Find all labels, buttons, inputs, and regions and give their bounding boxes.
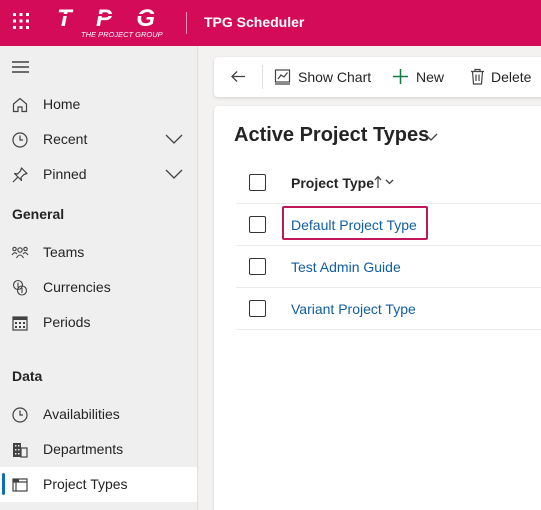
sidebar-item-label: Pinned	[43, 166, 87, 182]
plus-icon	[393, 69, 408, 84]
clock-icon	[12, 132, 28, 148]
header-divider	[186, 12, 187, 34]
clock-icon	[12, 407, 28, 423]
sidebar-item-availabilities[interactable]: Availabilities	[0, 397, 197, 432]
app-launcher-icon[interactable]	[13, 13, 29, 29]
command-separator	[262, 65, 263, 89]
sidebar-item-label: Availabilities	[43, 406, 120, 422]
chart-icon	[274, 69, 291, 85]
sidebar-item-label: Project Types	[43, 476, 128, 492]
folder-icon	[12, 478, 28, 492]
app-title[interactable]: TPG Scheduler	[204, 14, 304, 30]
view-panel: Active Project Types Project Type Defaul…	[214, 106, 541, 510]
sidebar-group-data: Data	[12, 368, 43, 384]
home-icon	[12, 97, 28, 113]
show-chart-button[interactable]: Show Chart	[272, 57, 374, 97]
view-selector-chevron-icon[interactable]	[424, 132, 438, 142]
sidebar: Home Recent Pinned General Teams Currenc…	[0, 46, 198, 510]
row-checkbox[interactable]	[249, 258, 266, 275]
row-checkbox[interactable]	[249, 216, 266, 233]
new-label: New	[416, 69, 445, 85]
project-type-link[interactable]: Test Admin Guide	[291, 259, 401, 275]
show-chart-label: Show Chart	[298, 69, 372, 85]
pin-icon	[12, 167, 28, 183]
delete-button[interactable]: Delete	[467, 57, 539, 97]
svg-text:THE PROJECT GROUP: THE PROJECT GROUP	[81, 30, 163, 39]
trash-icon	[471, 68, 484, 85]
building-icon	[13, 443, 28, 458]
table-row: Test Admin Guide	[236, 246, 541, 288]
project-type-link[interactable]: Default Project Type	[291, 217, 417, 233]
row-checkbox[interactable]	[249, 300, 266, 317]
sidebar-group-general: General	[12, 206, 65, 222]
sort-ascending-icon[interactable]	[374, 174, 396, 190]
project-type-link[interactable]: Variant Project Type	[291, 301, 416, 317]
tpg-logo: TPG THE PROJECT GROUP	[55, 5, 163, 39]
command-bar: Show Chart New Delete	[214, 57, 541, 97]
calendar-icon	[12, 316, 28, 331]
svg-text:TPG: TPG	[57, 5, 157, 32]
back-button[interactable]	[226, 57, 254, 97]
sidebar-item-departments[interactable]: Departments	[0, 432, 197, 467]
column-header-project-type[interactable]: Project Type	[291, 175, 374, 191]
sidebar-item-label: Departments	[43, 441, 124, 457]
sidebar-item-teams[interactable]: Teams	[0, 235, 197, 270]
sidebar-item-label: Periods	[43, 314, 91, 330]
sidebar-item-label: Home	[43, 96, 81, 112]
table-row: Variant Project Type	[236, 288, 541, 330]
sidebar-item-recent[interactable]: Recent	[0, 122, 197, 157]
chevron-down-icon[interactable]	[165, 133, 183, 145]
sidebar-item-project-types[interactable]: Project Types	[0, 467, 197, 502]
select-all-checkbox[interactable]	[249, 174, 266, 191]
sidebar-item-currencies[interactable]: Currencies	[0, 270, 197, 305]
delete-label: Delete	[491, 69, 532, 85]
people-icon	[11, 246, 29, 259]
grid-header-row: Project Type	[236, 162, 541, 204]
top-bar: TPG THE PROJECT GROUP TPG Scheduler	[0, 0, 541, 46]
sidebar-item-pinned[interactable]: Pinned	[0, 157, 197, 192]
sidebar-item-label: Currencies	[43, 279, 111, 295]
back-arrow-icon	[231, 71, 245, 82]
hamburger-menu-icon[interactable]	[12, 60, 30, 74]
sidebar-item-label: Recent	[43, 131, 88, 147]
sidebar-item-periods[interactable]: Periods	[0, 305, 197, 340]
table-row: Default Project Type	[236, 204, 541, 246]
sidebar-item-label: Teams	[43, 244, 85, 260]
selected-indicator	[2, 473, 5, 495]
sidebar-item-home[interactable]: Home	[0, 87, 197, 122]
view-title[interactable]: Active Project Types	[234, 124, 429, 147]
coins-icon	[12, 279, 28, 296]
chevron-down-icon[interactable]	[165, 168, 183, 180]
new-button[interactable]: New	[390, 57, 448, 97]
